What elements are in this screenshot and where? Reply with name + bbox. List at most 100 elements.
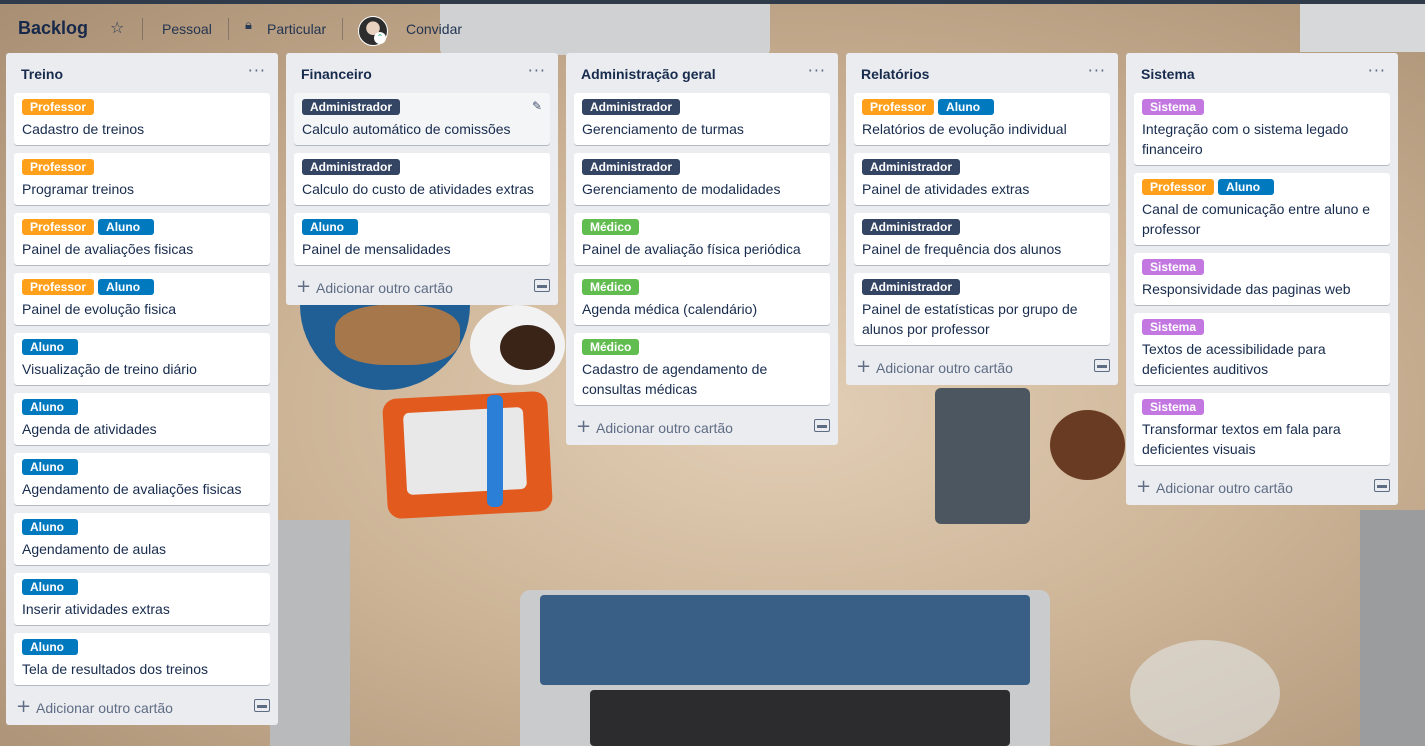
card-label[interactable]: Aluno	[22, 399, 78, 415]
list-menu-icon[interactable]: ···	[1368, 61, 1386, 80]
list-header[interactable]: Sistema ···	[1126, 53, 1398, 93]
card-label[interactable]: Aluno	[22, 339, 78, 355]
card-label[interactable]: Professor	[22, 219, 95, 235]
card[interactable]: Professor Aluno Painel de evolução fisica	[14, 273, 270, 325]
list-title[interactable]: Financeiro	[301, 66, 372, 82]
add-card-button[interactable]: + Adicionar outro cartão	[574, 413, 830, 445]
list-menu-icon[interactable]: ···	[808, 61, 826, 80]
card-label[interactable]: Aluno	[98, 219, 155, 235]
list-title[interactable]: Treino	[21, 66, 63, 82]
list-title[interactable]: Relatórios	[861, 66, 929, 82]
plus-icon: +	[16, 696, 32, 717]
add-card-button[interactable]: + Adicionar outro cartão	[294, 273, 550, 305]
card-label[interactable]: Administrador	[862, 279, 961, 295]
add-card-button[interactable]: + Adicionar outro cartão	[1134, 473, 1390, 505]
card-label[interactable]: Aluno	[22, 639, 78, 655]
list-header[interactable]: Relatórios ···	[846, 53, 1118, 93]
card[interactable]: Professor Cadastro de treinos	[14, 93, 270, 145]
card-label[interactable]: Aluno	[22, 519, 78, 535]
edit-pencil-icon[interactable]: ✎	[532, 99, 542, 113]
add-card-button[interactable]: + Adicionar outro cartão	[854, 353, 1110, 385]
card-label[interactable]: Administrador	[582, 159, 681, 175]
list-relat-rios[interactable]: Relatórios ··· Professor Aluno Relatórios de…	[846, 53, 1118, 385]
card[interactable]: Sistema Integração com o sistema legado f…	[1134, 93, 1390, 165]
list-financeiro[interactable]: Financeiro ··· Administrador Calculo automá…	[286, 53, 558, 305]
card-label[interactable]: Médico	[582, 219, 640, 235]
card-label[interactable]: Sistema	[1142, 259, 1205, 275]
team-button[interactable]: Pessoal	[162, 21, 212, 37]
invite-button[interactable]: Convidar	[406, 21, 462, 37]
card-label[interactable]: Administrador	[302, 159, 401, 175]
card[interactable]: Médico Agenda médica (calendário)	[574, 273, 830, 325]
card[interactable]: Professor Aluno Painel de avaliações fisic…	[14, 213, 270, 265]
card[interactable]: Sistema Transformar textos em fala para d…	[1134, 393, 1390, 465]
card-label[interactable]: Administrador	[862, 219, 961, 235]
card-label[interactable]: Professor	[22, 159, 95, 175]
list-title[interactable]: Administração geral	[581, 66, 716, 82]
star-icon[interactable]: ☆	[110, 18, 124, 37]
card-label[interactable]: Administrador	[862, 159, 961, 175]
card[interactable]: Sistema Responsividade das paginas web	[1134, 253, 1390, 305]
list-header[interactable]: Administração geral ···	[566, 53, 838, 93]
card[interactable]: Aluno Agenda de atividades	[14, 393, 270, 445]
card-template-icon[interactable]	[534, 279, 550, 292]
card-template-icon[interactable]	[1094, 359, 1110, 372]
card[interactable]: Administrador Painel de estatísticas por …	[854, 273, 1110, 345]
card[interactable]: Aluno Tela de resultados dos treinos	[14, 633, 270, 685]
card[interactable]: Aluno Agendamento de avaliações fisicas	[14, 453, 270, 505]
card[interactable]: Professor Aluno Canal de comunicação entre…	[1134, 173, 1390, 245]
card-template-icon[interactable]	[1374, 479, 1390, 492]
list-menu-icon[interactable]: ···	[528, 61, 546, 80]
card-label[interactable]: Aluno	[938, 99, 995, 115]
list-header[interactable]: Financeiro ···	[286, 53, 558, 93]
card-template-icon[interactable]	[814, 419, 830, 432]
card-label[interactable]: Aluno	[98, 279, 155, 295]
card[interactable]: Aluno Agendamento de aulas	[14, 513, 270, 565]
card-label[interactable]: Sistema	[1142, 99, 1205, 115]
card[interactable]: Médico Painel de avaliação física periódi…	[574, 213, 830, 265]
card[interactable]: Professor Aluno Relatórios de evolução ind…	[854, 93, 1110, 145]
card[interactable]: Administrador Calculo do custo de ativida…	[294, 153, 550, 205]
list-menu-icon[interactable]: ···	[1088, 61, 1106, 80]
list-menu-icon[interactable]: ···	[248, 61, 266, 80]
card-label[interactable]: Médico	[582, 339, 640, 355]
card-label[interactable]: Aluno	[1218, 179, 1275, 195]
list-treino[interactable]: Treino ··· Professor Cadastro de treinos Pro…	[6, 53, 278, 725]
list-header[interactable]: Treino ···	[6, 53, 278, 93]
card-labels: Administrador	[862, 159, 1102, 175]
add-card-label: Adicionar outro cartão	[876, 360, 1013, 376]
card[interactable]: Administrador Painel de atividades extras	[854, 153, 1110, 205]
card[interactable]: Aluno Inserir atividades extras	[14, 573, 270, 625]
board-title[interactable]: Backlog	[18, 18, 88, 39]
card[interactable]: Administrador Calculo automático de comis…	[294, 93, 550, 145]
card-label[interactable]: Aluno	[302, 219, 358, 235]
card[interactable]: Aluno Visualização de treino diário	[14, 333, 270, 385]
card-template-icon[interactable]	[254, 699, 270, 712]
card-title: Gerenciamento de turmas	[582, 121, 744, 137]
card-label[interactable]: Sistema	[1142, 319, 1205, 335]
card-label[interactable]: Administrador	[302, 99, 401, 115]
add-card-button[interactable]: + Adicionar outro cartão	[14, 693, 270, 725]
card-label[interactable]: Aluno	[22, 459, 78, 475]
card[interactable]: Administrador Painel de frequência dos al…	[854, 213, 1110, 265]
card-label[interactable]: Administrador	[582, 99, 681, 115]
card-label[interactable]: Professor	[22, 279, 95, 295]
list-administra-o-geral[interactable]: Administração geral ··· Administrador Geren…	[566, 53, 838, 445]
card-label[interactable]: Professor	[862, 99, 935, 115]
card[interactable]: Administrador Gerenciamento de turmas	[574, 93, 830, 145]
card-label[interactable]: Sistema	[1142, 399, 1205, 415]
card-label[interactable]: Professor	[1142, 179, 1215, 195]
card-label[interactable]: Aluno	[22, 579, 78, 595]
card-label[interactable]: Médico	[582, 279, 640, 295]
card[interactable]: Administrador Gerenciamento de modalidade…	[574, 153, 830, 205]
card[interactable]: Médico Cadastro de agendamento de consult…	[574, 333, 830, 405]
background-coffee	[500, 325, 555, 370]
visibility-button[interactable]: Particular	[267, 21, 326, 37]
card-label[interactable]: Professor	[22, 99, 95, 115]
card[interactable]: Aluno Painel de mensalidades	[294, 213, 550, 265]
card[interactable]: Sistema Textos de acessibilidade para def…	[1134, 313, 1390, 385]
list-title[interactable]: Sistema	[1141, 66, 1195, 82]
card[interactable]: Professor Programar treinos	[14, 153, 270, 205]
list-sistema[interactable]: Sistema ··· Sistema Integração com o sistem…	[1126, 53, 1398, 505]
card-title: Painel de avaliações fisicas	[22, 241, 194, 257]
